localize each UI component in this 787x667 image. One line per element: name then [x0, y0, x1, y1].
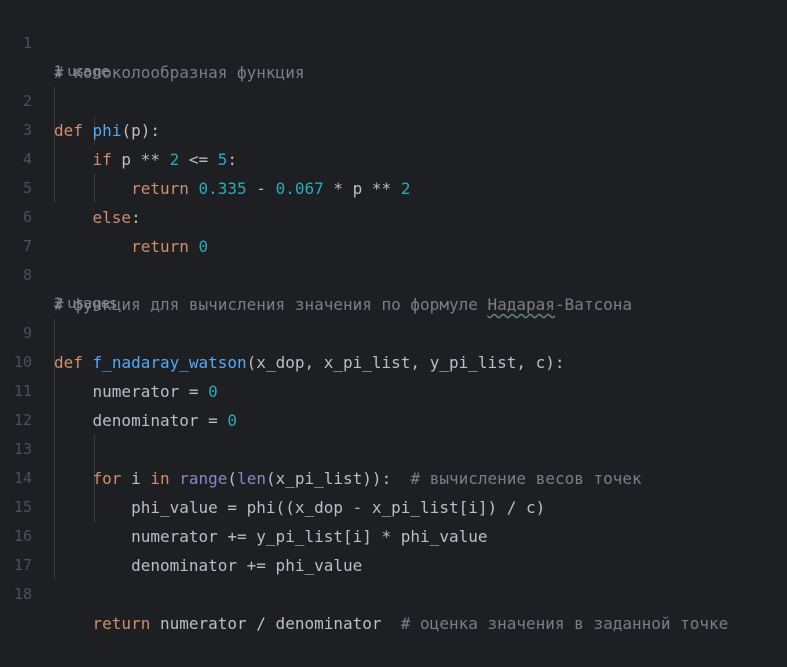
usage-hint-row[interactable]: 2 usages: [0, 261, 787, 312]
code-line-5[interactable]: 5 else:: [0, 145, 787, 227]
code-line-8[interactable]: 8 # функция для вычисления значения по ф…: [0, 232, 787, 314]
code-line-13[interactable]: 13 for i in range(len(x_pi_list)): # выч…: [0, 406, 787, 488]
code-line-10[interactable]: 10 numerator = 0: [0, 319, 787, 401]
code-line-17[interactable]: 17: [0, 522, 787, 574]
keyword-return: return: [92, 614, 151, 633]
code-line-12[interactable]: 12: [0, 377, 787, 429]
code-line-15[interactable]: 15 numerator += y_pi_list[i] * phi_value: [0, 464, 787, 546]
code-line-4[interactable]: 4 return 0.335 - 0.067 * p ** 2: [0, 116, 787, 198]
code-line-2[interactable]: 2 def phi(p):: [0, 58, 787, 140]
code-line-18[interactable]: 18 return numerator / denominator # оцен…: [0, 551, 787, 633]
line-number: 18: [13, 585, 32, 603]
code-line-7[interactable]: 7: [0, 203, 787, 255]
code-text: return numerator / denominator # оценка …: [54, 609, 729, 638]
code-line-1[interactable]: 1 # колоколообразная функция: [0, 0, 787, 82]
code-line-11[interactable]: 11 denominator = 0: [0, 348, 787, 430]
usage-hint-row[interactable]: 1 usage: [0, 29, 787, 80]
code-fragment: numerator / denominator: [150, 614, 401, 633]
code-line-16[interactable]: 16 denominator += phi_value: [0, 493, 787, 575]
code-line-3[interactable]: 3 if p ** 2 <= 5:: [0, 87, 787, 169]
code-line-14[interactable]: 14 phi_value = phi((x_dop - x_pi_list[i]…: [0, 435, 787, 517]
code-editor[interactable]: 1 # колоколообразная функция 1 usage 2 d…: [0, 0, 787, 633]
code-line-6[interactable]: 6 return 0: [0, 174, 787, 256]
comment: # оценка значения в заданной точке: [400, 614, 729, 633]
code-line-9[interactable]: 9 def f_nadaray_watson(x_dop, x_pi_list,…: [0, 290, 787, 372]
